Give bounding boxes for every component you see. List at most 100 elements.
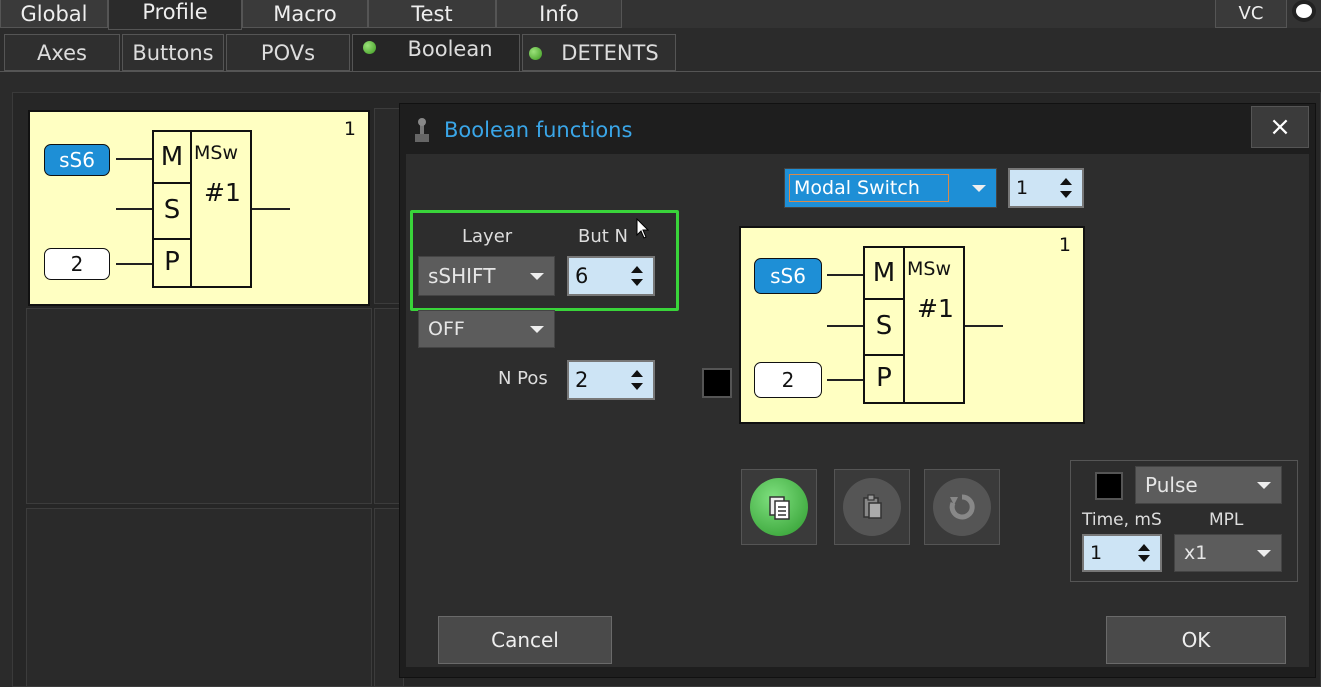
spin-down-icon[interactable]: [1138, 555, 1150, 562]
wire: [827, 379, 863, 381]
npos-label: N Pos: [498, 368, 548, 389]
gate-inputs: M S P: [863, 246, 905, 404]
gate-body: MSw #1: [903, 246, 965, 404]
npos-spinbox[interactable]: 2: [567, 360, 655, 400]
time-spinbox[interactable]: 1: [1082, 534, 1162, 572]
mouse-cursor-icon: [636, 218, 650, 239]
gate-row-s: S: [865, 298, 903, 356]
tab-profile[interactable]: Profile: [108, 0, 242, 30]
tab-global[interactable]: Global: [0, 0, 108, 28]
spin-up-icon[interactable]: [1060, 178, 1072, 185]
gate-body: MSw #1: [190, 130, 252, 288]
wire: [116, 263, 152, 265]
state-select[interactable]: OFF: [418, 310, 555, 348]
butn-value: 6: [575, 264, 589, 288]
grid-cell[interactable]: [26, 508, 372, 687]
chevron-down-icon: [972, 185, 986, 192]
tab-boolean[interactable]: Boolean: [352, 34, 520, 71]
gate-id: #1: [204, 178, 241, 207]
wire: [116, 208, 152, 210]
vc-indicator-icon[interactable]: [1292, 0, 1316, 22]
input-p-badge: 2: [754, 362, 822, 398]
gate-inputs: M S P: [152, 130, 192, 288]
gate-title: MSw: [907, 258, 951, 280]
wire: [827, 325, 863, 327]
spin-up-icon[interactable]: [631, 266, 643, 273]
ok-button[interactable]: OK: [1106, 616, 1286, 664]
layer-label: Layer: [462, 226, 513, 247]
tab-buttons[interactable]: Buttons: [122, 34, 224, 71]
chevron-down-icon: [530, 326, 544, 333]
function-index-spinbox[interactable]: 1: [1008, 168, 1084, 208]
npos-value: 2: [575, 368, 589, 392]
boolean-block-1[interactable]: 1 sS6 2 M S P MSw #1: [28, 110, 370, 306]
preview-boolean-block: 1 sS6 2 M S P MSw #1: [739, 226, 1085, 424]
tab-macro[interactable]: Macro: [242, 0, 368, 28]
tab-test[interactable]: Test: [368, 0, 496, 28]
function-type-value: Modal Switch: [789, 174, 949, 202]
layer-select[interactable]: sSHIFT: [418, 256, 555, 296]
dialog-title: Boolean functions: [444, 118, 633, 142]
time-label: Time, mS: [1082, 510, 1162, 530]
spin-down-icon[interactable]: [631, 383, 643, 390]
tab-axes[interactable]: Axes: [4, 34, 120, 71]
butn-label: But N: [578, 226, 629, 247]
reset-button[interactable]: [924, 469, 1000, 545]
tab-info[interactable]: Info: [496, 0, 622, 28]
tab-detents-label: DETENTS: [561, 40, 659, 65]
wire: [116, 158, 152, 160]
wire: [827, 274, 863, 276]
butn-spinbox[interactable]: 6: [567, 256, 655, 296]
mpl-value: x1: [1184, 542, 1208, 564]
boolean-functions-dialog: Boolean functions × Modal Switch 1 Layer…: [399, 103, 1316, 678]
gate-row-p: P: [876, 363, 892, 393]
layer-value: sSHIFT: [428, 264, 496, 288]
pulse-checkbox[interactable]: [1095, 472, 1123, 500]
output-wire: [252, 208, 290, 210]
tab-detents[interactable]: DETENTS: [522, 34, 676, 71]
cancel-button[interactable]: Cancel: [438, 616, 612, 664]
dialog-body: Modal Switch 1 Layer But N sSHIFT 6 OFF …: [406, 154, 1309, 667]
chevron-down-icon: [530, 273, 544, 280]
gate-row-m: M: [154, 132, 190, 184]
spin-down-icon[interactable]: [1060, 191, 1072, 198]
vc-label: VC: [1215, 0, 1287, 28]
output-wire: [965, 325, 1003, 327]
state-value: OFF: [428, 318, 465, 340]
function-index-value: 1: [1016, 177, 1029, 199]
tab-povs[interactable]: POVs: [226, 34, 350, 71]
tab-boolean-label: Boolean: [407, 37, 493, 61]
input-m-badge: sS6: [754, 258, 822, 294]
gate-id: #1: [917, 294, 954, 323]
gate-row-s: S: [154, 182, 190, 240]
time-value: 1: [1090, 542, 1103, 564]
undo-icon: [933, 478, 991, 536]
dialog-joystick-icon: [414, 118, 430, 144]
gate-row-m: M: [865, 248, 903, 300]
pulse-value: Pulse: [1145, 473, 1198, 497]
detents-status-led-icon: [529, 47, 542, 60]
copy-button[interactable]: [741, 469, 817, 545]
gate-row-p: P: [164, 247, 180, 277]
invert-checkbox[interactable]: [702, 368, 732, 398]
input-p-badge: 2: [44, 248, 110, 280]
mpl-label: MPL: [1209, 510, 1244, 530]
chevron-down-icon: [1257, 482, 1271, 489]
boolean-status-led-icon: [363, 41, 376, 54]
spin-up-icon[interactable]: [631, 370, 643, 377]
gate-title: MSw: [194, 142, 238, 164]
chevron-down-icon: [1257, 550, 1271, 557]
paste-button[interactable]: [834, 469, 910, 545]
block-number: 1: [343, 118, 356, 140]
spin-down-icon[interactable]: [631, 279, 643, 286]
pulse-select[interactable]: Pulse: [1135, 466, 1282, 504]
mpl-select[interactable]: x1: [1174, 534, 1282, 572]
input-m-badge: sS6: [44, 144, 110, 176]
spin-up-icon[interactable]: [1138, 544, 1150, 551]
block-number: 1: [1058, 234, 1071, 256]
function-type-select[interactable]: Modal Switch: [784, 168, 997, 208]
paste-icon: [843, 478, 901, 536]
close-button[interactable]: ×: [1251, 106, 1309, 148]
copy-icon: [750, 478, 808, 536]
grid-cell[interactable]: [26, 308, 372, 504]
